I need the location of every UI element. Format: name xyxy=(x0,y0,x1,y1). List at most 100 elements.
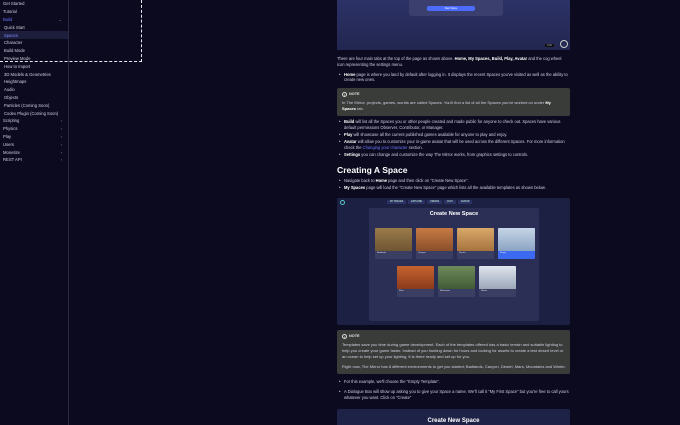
template-thumbnail xyxy=(457,227,494,251)
final-list: For this example, we'll choose the "Empt… xyxy=(337,379,570,401)
sidebar-item-codex-plugin-coming-soon[interactable]: Codex Plugin (Coming Soon) xyxy=(0,109,68,117)
panel-title: Create New Space xyxy=(429,210,479,217)
intro-text: There are four main tabs at the top of t… xyxy=(337,56,455,61)
app-tab[interactable]: MY SPACES xyxy=(387,199,407,204)
home-text: page is where you land by default after … xyxy=(344,71,568,83)
dialog-screenshot: Create New Space xyxy=(337,408,570,425)
docs-sidebar: Get Started Tutorial Build ⌄ Quick Start Spac… xyxy=(0,0,69,425)
sidebar-item-build[interactable]: Build ⌄ xyxy=(0,16,68,24)
main-content: Start Space 0:00 ... There are four main… xyxy=(337,0,570,425)
create-list: Navigate back to Home page and then clic… xyxy=(337,178,570,191)
sidebar-item-label: Spaces xyxy=(4,32,18,38)
home-list: Home page is where you land by default a… xyxy=(337,72,570,83)
sidebar-item-get-started[interactable]: Get Started xyxy=(0,0,68,8)
chevron-right-icon[interactable]: › xyxy=(61,142,62,147)
home-bold: Home xyxy=(344,71,356,77)
sidebar-item-objects[interactable]: Objects xyxy=(0,94,68,102)
sidebar-item-label: Scripting xyxy=(3,118,20,124)
template-card[interactable]: Empty xyxy=(498,227,535,259)
sidebar-item-3d-models-geometries[interactable]: 3D Models & Geometries xyxy=(0,70,68,78)
more-icon[interactable]: ... xyxy=(560,40,568,48)
note-callout: i NOTE Templates save you time during gam… xyxy=(337,329,570,374)
list-item: Avatar will allow you to customize your … xyxy=(337,139,570,150)
app-tab[interactable]: PLAY xyxy=(444,199,456,204)
sidebar-item-label: How to Import xyxy=(4,63,31,69)
sidebar-item-spaces[interactable]: Spaces xyxy=(0,31,68,39)
app-tabs: MY SPACES EXPLORE CREATE PLAY AVATAR xyxy=(387,199,473,204)
template-label: Desert xyxy=(459,251,466,254)
chevron-right-icon[interactable]: › xyxy=(61,150,62,155)
list-item: Settings you can change and customize th… xyxy=(337,152,570,158)
sidebar-item-particles-coming-soon[interactable]: Particles (Coming Soon) xyxy=(0,101,68,109)
sidebar-item-play[interactable]: Play › xyxy=(0,133,68,141)
chevron-right-icon[interactable]: › xyxy=(61,126,62,131)
video-controls[interactable]: 0:00 xyxy=(544,44,554,47)
note-heading: i NOTE xyxy=(342,333,566,339)
sidebar-item-label: Heightmaps xyxy=(4,79,27,85)
list-item: Home page is where you land by default a… xyxy=(337,72,570,83)
sidebar-item-label: Preview Mode xyxy=(4,55,31,61)
template-thumbnail xyxy=(375,227,412,251)
dialog-title: Create New Space xyxy=(427,417,480,424)
template-label: Mars xyxy=(399,289,404,292)
chevron-right-icon[interactable]: › xyxy=(61,157,62,162)
sidebar-item-users[interactable]: Users › xyxy=(0,140,68,148)
note-text: In The Mirror, projects, games, worlds a… xyxy=(342,100,566,112)
sidebar-item-label: Character xyxy=(4,40,23,46)
app-tab[interactable]: CREATE xyxy=(427,199,443,204)
app-tab[interactable]: EXPLORE xyxy=(408,199,426,204)
list-item: Build will list all the Spaces you or ot… xyxy=(337,119,570,130)
info-icon: i xyxy=(342,333,347,339)
item-text-before: Navigate back to xyxy=(344,178,376,184)
sidebar-item-label: Build xyxy=(3,16,13,22)
template-thumbnail xyxy=(498,227,535,251)
sidebar-item-build-mode[interactable]: Build Mode xyxy=(0,47,68,55)
sidebar-item-tutorial[interactable]: Tutorial xyxy=(0,8,68,16)
template-label: Winter xyxy=(481,289,488,292)
sidebar-item-character[interactable]: Character xyxy=(0,39,68,47)
note-text-before: In The Mirror, projects, games, worlds a… xyxy=(342,99,546,105)
template-card[interactable]: Canyon xyxy=(416,227,453,259)
item-bold: Build xyxy=(344,119,355,125)
template-thumbnail xyxy=(416,227,453,251)
template-label: Canyon xyxy=(418,251,426,254)
template-card[interactable]: Mars xyxy=(397,265,434,297)
docs-page: Get Started Tutorial Build ⌄ Quick Start Spac… xyxy=(0,0,680,425)
list-item: A Dialogue Box will show up asking you t… xyxy=(337,389,570,400)
intro-paragraph: There are four main tabs at the top of t… xyxy=(337,56,570,69)
sidebar-item-label: REST API xyxy=(3,157,22,163)
template-label: Badlands xyxy=(377,251,387,254)
home-screenshot: Start Space 0:00 ... xyxy=(337,0,570,50)
create-space-panel: Create New Space Badlands Canyon Desert Emp… xyxy=(369,207,539,321)
chevron-right-icon[interactable]: › xyxy=(61,118,62,123)
sidebar-item-audio[interactable]: Audio xyxy=(0,86,68,94)
sidebar-item-rest-api[interactable]: REST API › xyxy=(0,156,68,164)
chevron-right-icon[interactable]: › xyxy=(61,134,62,139)
note-heading: i NOTE xyxy=(342,91,566,97)
sidebar-item-quick-start[interactable]: Quick Start xyxy=(0,23,68,31)
info-icon: i xyxy=(342,91,347,97)
chevron-down-icon[interactable]: ⌄ xyxy=(59,17,62,22)
sidebar-item-label: 3D Models & Geometries xyxy=(4,71,51,77)
sidebar-item-how-to-import[interactable]: How to Import xyxy=(0,62,68,70)
template-card[interactable]: Badlands xyxy=(375,227,412,259)
item-text: will list all the Spaces you or other pe… xyxy=(344,119,561,130)
sidebar-item-label: Users xyxy=(3,141,14,147)
sidebar-item-preview-mode[interactable]: Preview Mode xyxy=(0,55,68,63)
template-card[interactable]: Desert xyxy=(457,227,494,259)
changing-character-link[interactable]: Changing your character xyxy=(363,145,408,150)
template-thumbnail xyxy=(479,265,516,289)
start-space-button[interactable]: Start Space xyxy=(427,6,475,11)
template-card[interactable]: Mountains xyxy=(438,265,475,297)
sidebar-item-label: Codex Plugin (Coming Soon) xyxy=(4,110,59,116)
sidebar-item-physics[interactable]: Physics › xyxy=(0,125,68,133)
sidebar-item-monetize[interactable]: Monetize › xyxy=(0,148,68,156)
sidebar-item-scripting[interactable]: Scripting › xyxy=(0,117,68,125)
sidebar-item-label: Quick Start xyxy=(4,24,25,30)
template-card[interactable]: Winter xyxy=(479,265,516,297)
app-tab[interactable]: AVATAR xyxy=(457,199,473,204)
item-bold: Avatar xyxy=(344,138,357,144)
template-thumbnail xyxy=(397,265,434,289)
sidebar-item-heightmaps[interactable]: Heightmaps xyxy=(0,78,68,86)
section-heading: Creating A Space xyxy=(337,165,408,176)
